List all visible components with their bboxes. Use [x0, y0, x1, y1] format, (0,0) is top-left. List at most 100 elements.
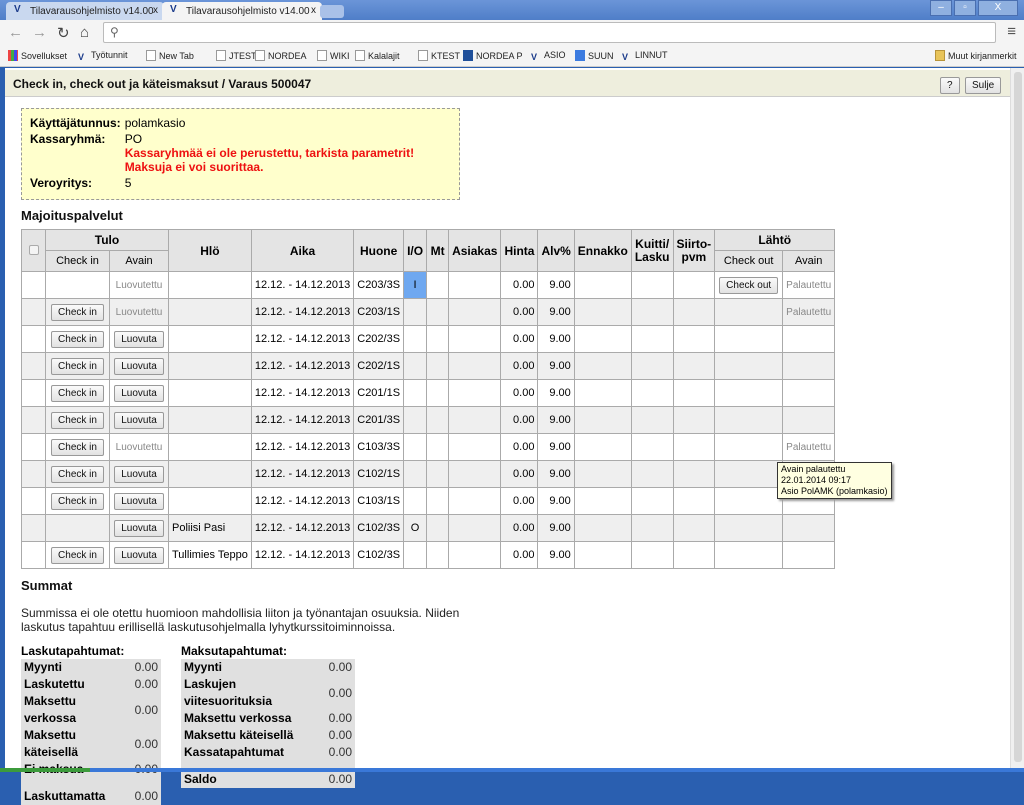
key-status: Luovutettu — [115, 307, 163, 318]
close-tab-icon[interactable]: x — [311, 5, 316, 16]
io-cell[interactable]: O — [403, 514, 428, 542]
sum-row: Myynti 0.00 — [181, 659, 355, 676]
check-in-button[interactable]: Check in — [51, 384, 104, 402]
bookmark-kalalajit[interactable]: Kalalajit — [355, 50, 400, 61]
start-button[interactable] — [0, 768, 90, 772]
new-tab-button[interactable] — [320, 5, 344, 18]
check-in-button[interactable]: Check in — [51, 411, 104, 429]
key-return-tooltip: Avain palautettu 22.01.2014 09:17 Asio P… — [777, 462, 892, 499]
price-cell: 0.00 — [500, 541, 539, 569]
io-cell[interactable] — [403, 406, 428, 434]
check-in-button[interactable]: Check in — [51, 357, 104, 375]
reload-icon[interactable]: ↻ — [57, 24, 70, 42]
v-logo-icon: V — [531, 52, 538, 62]
select-all-checkbox[interactable] — [28, 244, 39, 255]
io-cell[interactable] — [403, 541, 428, 569]
other-bookmarks[interactable]: Muut kirjanmerkit — [935, 50, 1017, 61]
bookmark-nordea-p[interactable]: NORDEA P — [463, 50, 523, 61]
io-cell[interactable] — [403, 325, 428, 353]
payment-summary: Maksutapahtumat: Myynti 0.00 Laskujen viite… — [181, 644, 355, 788]
price-cell: 0.00 — [500, 514, 539, 542]
check-in-button[interactable]: Check in — [51, 492, 104, 510]
sum-value: 0.00 — [134, 702, 158, 717]
hand-over-key-button[interactable]: Luovuta — [114, 546, 164, 564]
io-cell[interactable] — [403, 487, 428, 515]
io-cell[interactable] — [403, 352, 428, 380]
check-out-button[interactable]: Check out — [719, 276, 779, 294]
close-window-icon[interactable]: X — [978, 0, 1018, 16]
scrollbar[interactable] — [1010, 68, 1024, 768]
bookmark-ktest[interactable]: KTEST — [418, 50, 460, 61]
room-cell: C202/1S — [353, 352, 405, 380]
tab-strip: V Tilavarausohjelmisto v14.00 x V Tilavarau… — [0, 0, 1024, 20]
error-message: Kassaryhmää ei ole perustettu, tarkista … — [124, 146, 415, 174]
bookmark-wiki[interactable]: WIKI — [317, 50, 350, 61]
nordea-icon — [463, 50, 473, 61]
bookmark-nordea[interactable]: NORDEA — [255, 50, 307, 61]
person-cell — [168, 271, 252, 299]
back-icon[interactable]: ← — [8, 24, 23, 41]
person-cell: Tullimies Teppo — [168, 541, 252, 569]
browser-tab-1[interactable]: V Tilavarausohjelmisto v14.00 x — [6, 2, 164, 20]
help-button[interactable]: ? — [940, 77, 960, 94]
table-row: Check in Luovuta 12.12. - 14.12.2013 C20… — [21, 325, 836, 353]
close-tab-icon[interactable]: x — [153, 5, 158, 16]
bookmark-asio[interactable]: V ASIO — [531, 50, 566, 63]
check-in-button[interactable]: Check in — [51, 330, 104, 348]
io-cell[interactable] — [403, 379, 428, 407]
hand-over-key-button[interactable]: Luovuta — [114, 465, 164, 483]
home-icon[interactable]: ⌂ — [80, 24, 89, 41]
time-cell: 12.12. - 14.12.2013 — [250, 352, 355, 380]
room-cell: C201/1S — [353, 379, 405, 407]
menu-icon[interactable]: ≡ — [1007, 23, 1016, 40]
minimize-icon[interactable]: – — [930, 0, 952, 16]
tab-title: Tilavarausohjelmisto v14.00 — [30, 6, 154, 17]
page-icon — [255, 50, 265, 61]
scrollbar-thumb[interactable] — [1014, 72, 1022, 762]
hand-over-key-button[interactable]: Luovuta — [114, 330, 164, 348]
price-cell: 0.00 — [500, 271, 539, 299]
check-in-button[interactable]: Check in — [51, 303, 104, 321]
page-content: Check in, check out ja käteismaksut / Va… — [5, 68, 1010, 805]
bookmark-linnut[interactable]: V LINNUT — [622, 50, 668, 63]
bookmark-jtest[interactable]: JTEST — [216, 50, 257, 61]
forward-icon[interactable]: → — [32, 24, 47, 41]
bookmark-new-tab[interactable]: New Tab — [146, 50, 194, 61]
io-cell[interactable] — [403, 433, 428, 461]
maximize-icon[interactable]: ▫ — [954, 0, 976, 16]
sum-label: Laskuttamatta — [24, 789, 106, 803]
bookmark-suun[interactable]: SUUN — [575, 50, 614, 61]
sum-row: Kassatapahtumat 0.00 — [181, 744, 355, 761]
person-cell — [168, 352, 252, 380]
address-bar[interactable]: ⚲ — [103, 22, 996, 43]
hand-over-key-button[interactable]: Luovuta — [114, 519, 164, 537]
io-cell[interactable]: I — [403, 271, 428, 299]
bookmark-työtunnit[interactable]: V Työtunnit — [78, 50, 128, 63]
sum-value: 0.00 — [328, 745, 352, 759]
key-return-status: Palautettu — [786, 307, 832, 318]
sum-label: Laskujen viitesuorituksia — [184, 677, 273, 708]
room-cell: C102/3S — [353, 541, 405, 569]
hand-over-key-button[interactable]: Luovuta — [114, 384, 164, 402]
payment-summary-title: Maksutapahtumat: — [181, 644, 288, 658]
search-icon: ⚲ — [110, 25, 119, 39]
header-ennakko: Ennakko — [573, 229, 632, 272]
tooltip-line: 22.01.2014 09:17 — [781, 475, 852, 485]
hand-over-key-button[interactable]: Luovuta — [114, 357, 164, 375]
check-in-button[interactable]: Check in — [51, 438, 104, 456]
person-cell — [168, 487, 252, 515]
price-cell: 0.00 — [500, 460, 539, 488]
hand-over-key-button[interactable]: Luovuta — [114, 411, 164, 429]
room-cell: C201/3S — [353, 406, 405, 434]
io-cell[interactable] — [403, 298, 428, 326]
io-cell[interactable] — [403, 460, 428, 488]
close-button[interactable]: Sulje — [965, 77, 1002, 94]
hand-over-key-button[interactable]: Luovuta — [114, 492, 164, 510]
bookmark-sovellukset[interactable]: Sovellukset — [8, 50, 67, 61]
check-in-button[interactable]: Check in — [51, 546, 104, 564]
sum-value: 0.00 — [328, 772, 352, 786]
check-in-button[interactable]: Check in — [51, 465, 104, 483]
other-bookmarks-label: Muut kirjanmerkit — [948, 51, 1017, 61]
browser-tab-2[interactable]: V Tilavarausohjelmisto v14.00 x — [162, 2, 322, 20]
bookmark-label: JTEST — [229, 51, 257, 61]
